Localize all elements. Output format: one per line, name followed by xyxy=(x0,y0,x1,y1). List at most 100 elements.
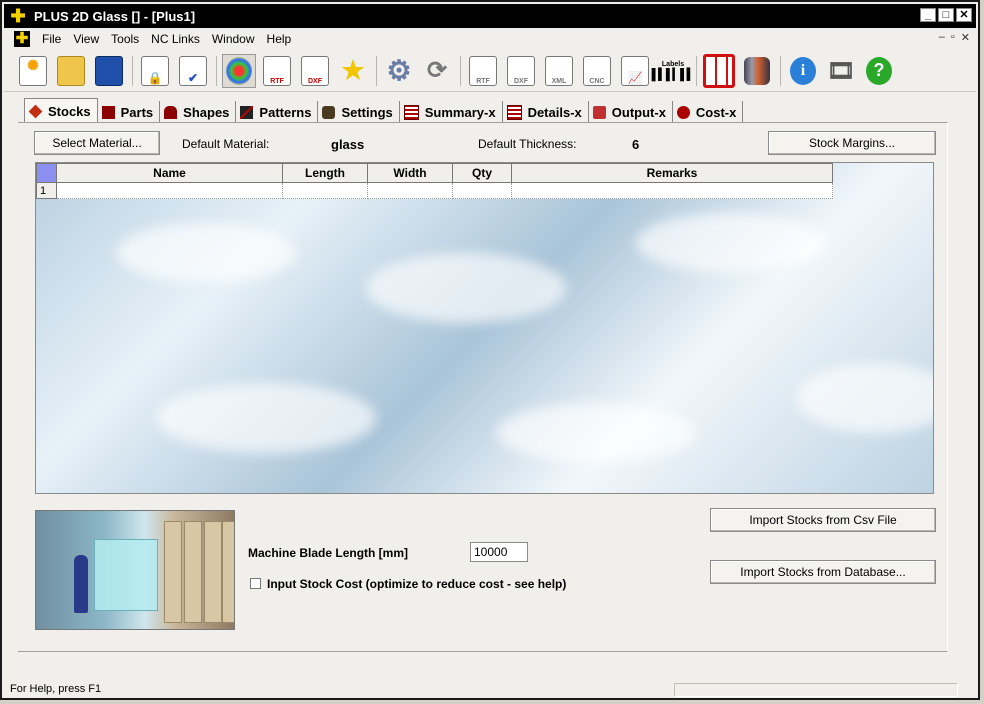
shapes-icon xyxy=(164,105,178,119)
tab-patterns[interactable]: Patterns xyxy=(236,101,319,123)
dxf-button[interactable]: DXF xyxy=(298,54,332,88)
mdi-restore-button[interactable]: ▫ xyxy=(951,31,955,44)
tab-parts-label: Parts xyxy=(120,104,154,120)
input-stock-cost-checkbox[interactable] xyxy=(250,578,261,589)
reload-icon: ⟳ xyxy=(426,57,448,84)
document-plus-icon[interactable]: ✚ xyxy=(14,31,30,47)
help-question-icon: ? xyxy=(866,56,892,85)
cell-remarks[interactable] xyxy=(511,182,833,199)
save-disk-icon xyxy=(95,55,123,86)
export-xml-button[interactable]: XML xyxy=(542,54,576,88)
app-window: ✚ PLUS 2D Glass [] - [Plus1] _ □ ✕ ✚ Fil… xyxy=(0,0,980,700)
reload-button[interactable]: ⟳ xyxy=(420,54,454,88)
tab-settings[interactable]: Settings xyxy=(318,101,400,123)
menu-view[interactable]: View xyxy=(67,32,105,46)
chart-icon: 📈 xyxy=(621,55,649,86)
palette-icon xyxy=(226,56,252,85)
info-icon: i xyxy=(790,56,816,85)
star-button[interactable]: ★ xyxy=(336,54,370,88)
labels-caption: Labels xyxy=(661,60,685,68)
dollar-icon xyxy=(676,105,690,119)
table-row[interactable]: 1 xyxy=(36,182,833,199)
cell-length[interactable] xyxy=(282,182,368,199)
layout-grid-icon xyxy=(703,53,735,88)
rack-pane-image xyxy=(222,521,234,623)
app-plus-icon[interactable]: ✚ xyxy=(10,7,26,25)
select-all-cell[interactable] xyxy=(36,163,57,183)
open-folder-icon xyxy=(57,55,85,86)
tab-parts[interactable]: Parts xyxy=(98,101,161,123)
rtf-button[interactable]: RTF xyxy=(260,54,294,88)
lock-button[interactable]: 🔒 xyxy=(138,54,172,88)
minimize-button[interactable]: _ xyxy=(920,8,936,22)
machine-blade-input[interactable] xyxy=(470,542,528,562)
cell-qty[interactable] xyxy=(452,182,512,199)
import-csv-button[interactable]: Import Stocks from Csv File xyxy=(710,508,936,532)
mdi-close-button[interactable]: ✕ xyxy=(961,31,970,44)
menu-window[interactable]: Window xyxy=(206,32,261,46)
film-reel-icon: 🎞 xyxy=(827,57,855,83)
tab-stocks[interactable]: Stocks xyxy=(24,98,98,123)
labels-button[interactable]: Labels ▌▍▌▎▌▍ xyxy=(652,54,696,88)
rtf-document-icon: RTF xyxy=(263,55,291,86)
film-button[interactable]: 🎞 xyxy=(824,54,858,88)
default-material-value: glass xyxy=(331,137,365,152)
input-stock-cost-label[interactable]: Input Stock Cost (optimize to reduce cos… xyxy=(267,577,566,591)
status-pane xyxy=(674,683,958,697)
tab-stocks-label: Stocks xyxy=(48,103,91,119)
checklist-button[interactable]: ✔ xyxy=(176,54,210,88)
export-dxf-button[interactable]: DXF xyxy=(504,54,538,88)
open-button[interactable] xyxy=(54,54,88,88)
maximize-button[interactable]: □ xyxy=(938,8,954,22)
close-button[interactable]: ✕ xyxy=(956,8,972,22)
select-material-button[interactable]: Select Material... xyxy=(34,131,160,155)
optimize-button[interactable]: ⚙ xyxy=(382,54,416,88)
tab-shapes[interactable]: Shapes xyxy=(160,101,237,123)
dxf-export-label: DXF xyxy=(514,77,528,85)
palette-button[interactable] xyxy=(222,53,256,88)
rack-pane-image xyxy=(184,521,202,623)
menu-help[interactable]: Help xyxy=(261,32,298,46)
layout-button[interactable] xyxy=(702,53,736,88)
stocks-grid[interactable]: Name Length Width Qty Remarks 1 xyxy=(35,162,934,494)
mdi-minimize-button[interactable]: – xyxy=(939,31,945,44)
new-button[interactable]: ✺ xyxy=(16,54,50,88)
tab-details-x[interactable]: Details-x xyxy=(503,101,589,123)
stock-margins-button[interactable]: Stock Margins... xyxy=(768,131,936,155)
cylinder-button[interactable] xyxy=(740,54,774,88)
column-header-qty[interactable]: Qty xyxy=(452,163,512,183)
details-grid-icon xyxy=(506,104,522,120)
save-button[interactable] xyxy=(92,54,126,88)
menu-tools[interactable]: Tools xyxy=(105,32,145,46)
row-number[interactable]: 1 xyxy=(36,182,57,199)
status-text: For Help, press F1 xyxy=(10,683,102,695)
xml-export-label: XML xyxy=(551,77,567,85)
menu-file[interactable]: File xyxy=(36,32,67,46)
help-button[interactable]: ? xyxy=(862,54,896,88)
cell-width[interactable] xyxy=(367,182,453,199)
column-header-width[interactable]: Width xyxy=(367,163,453,183)
tab-cost-x[interactable]: Cost-x xyxy=(673,101,744,123)
column-header-remarks[interactable]: Remarks xyxy=(511,163,833,183)
tab-cost-label: Cost-x xyxy=(695,104,737,120)
settings-icon xyxy=(322,105,336,119)
tab-summary-x[interactable]: Summary-x xyxy=(400,101,503,123)
dxf-document-icon: DXF xyxy=(301,55,329,86)
column-header-length[interactable]: Length xyxy=(282,163,368,183)
glass-rack-photo xyxy=(35,510,235,630)
cell-name[interactable] xyxy=(56,182,283,199)
tab-output-x[interactable]: Output-x xyxy=(589,101,673,123)
worker-figure-image xyxy=(74,555,88,613)
import-database-button[interactable]: Import Stocks from Database... xyxy=(710,560,936,584)
column-header-name[interactable]: Name xyxy=(56,163,283,183)
title-bar[interactable]: ✚ PLUS 2D Glass [] - [Plus1] _ □ ✕ xyxy=(4,4,976,28)
info-button[interactable]: i xyxy=(786,54,820,88)
toolbar-separator xyxy=(780,55,781,86)
table-header-row: Name Length Width Qty Remarks xyxy=(36,163,833,183)
export-cnc-button[interactable]: CNC xyxy=(580,54,614,88)
menu-nc-links[interactable]: NC Links xyxy=(145,32,206,46)
checklist-icon: ✔ xyxy=(179,55,207,86)
background-cloud xyxy=(636,213,826,273)
chart-button[interactable]: 📈 xyxy=(618,54,652,88)
export-rtf-button[interactable]: RTF xyxy=(466,54,500,88)
